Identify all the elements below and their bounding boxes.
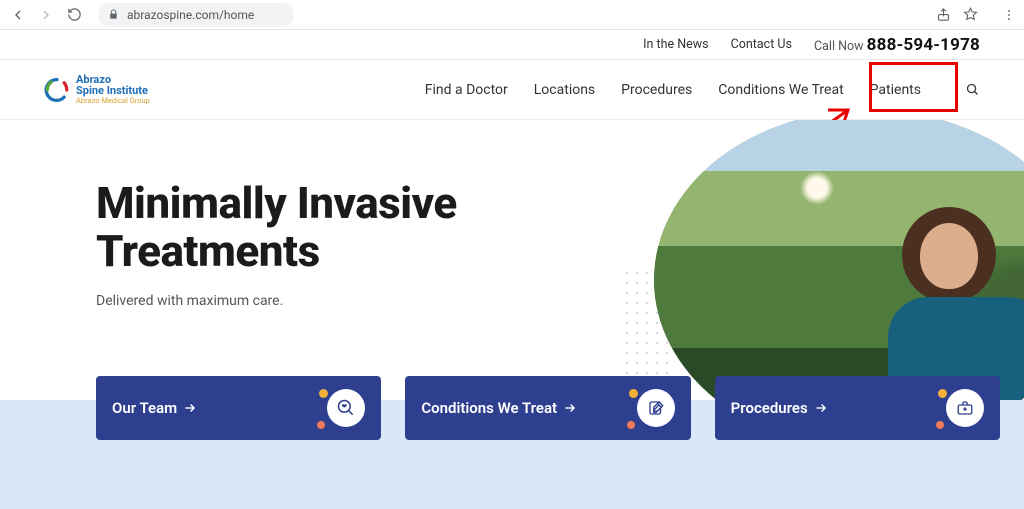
hero-title: Minimally Invasive Treatments [96, 180, 457, 275]
hero-title-line1: Minimally Invasive [96, 177, 457, 229]
address-bar[interactable]: abrazospine.com/home [98, 3, 294, 27]
search-icon[interactable] [965, 82, 980, 97]
reload-button[interactable] [64, 5, 84, 25]
bookmark-star-icon[interactable] [963, 7, 978, 22]
logo-mark-icon [44, 77, 70, 103]
medkit-icon [946, 389, 984, 427]
card-conditions-label: Conditions We Treat [421, 399, 557, 417]
card-procedures[interactable]: Procedures [715, 376, 1000, 440]
browser-toolbar: abrazospine.com/home [0, 0, 1024, 30]
logo-line2: Spine Institute [76, 85, 150, 96]
nav-find-a-doctor[interactable]: Find a Doctor [425, 64, 508, 116]
card-conditions[interactable]: Conditions We Treat [405, 376, 690, 440]
nav-procedures[interactable]: Procedures [621, 64, 692, 116]
card-our-team[interactable]: Our Team [96, 376, 381, 440]
card-procedures-label: Procedures [731, 399, 808, 417]
cards-row: Our Team Conditions We Treat Procedures [96, 376, 1000, 440]
site-logo[interactable]: Abrazo Spine Institute Abrazo Medical Gr… [44, 74, 150, 105]
forward-button[interactable] [36, 5, 56, 25]
kebab-menu-icon[interactable] [1002, 8, 1016, 22]
arrow-right-icon [814, 401, 828, 415]
utility-bar: In the News Contact Us Call Now 888-594-… [0, 30, 1024, 60]
in-the-news-link[interactable]: In the News [643, 37, 709, 52]
share-icon[interactable] [936, 7, 951, 22]
contact-us-link[interactable]: Contact Us [731, 37, 792, 52]
card-our-team-label: Our Team [112, 399, 177, 417]
hero-subtitle: Delivered with maximum care. [96, 293, 457, 309]
logo-line3: Abrazo Medical Group [76, 97, 150, 105]
nav-conditions-we-treat[interactable]: Conditions We Treat [718, 64, 843, 116]
arrow-right-icon [183, 401, 197, 415]
arrow-right-icon [563, 401, 577, 415]
heart-magnify-icon [327, 389, 365, 427]
nav-locations[interactable]: Locations [534, 64, 595, 116]
edit-note-icon [637, 389, 675, 427]
back-button[interactable] [8, 5, 28, 25]
url-text: abrazospine.com/home [127, 8, 254, 22]
call-now-label: Call Now [814, 39, 864, 54]
annotation-highlight-box [869, 62, 958, 112]
lock-icon [108, 9, 119, 20]
hero-title-line2: Treatments [96, 225, 320, 277]
phone-number[interactable]: 888-594-1978 [867, 35, 980, 55]
